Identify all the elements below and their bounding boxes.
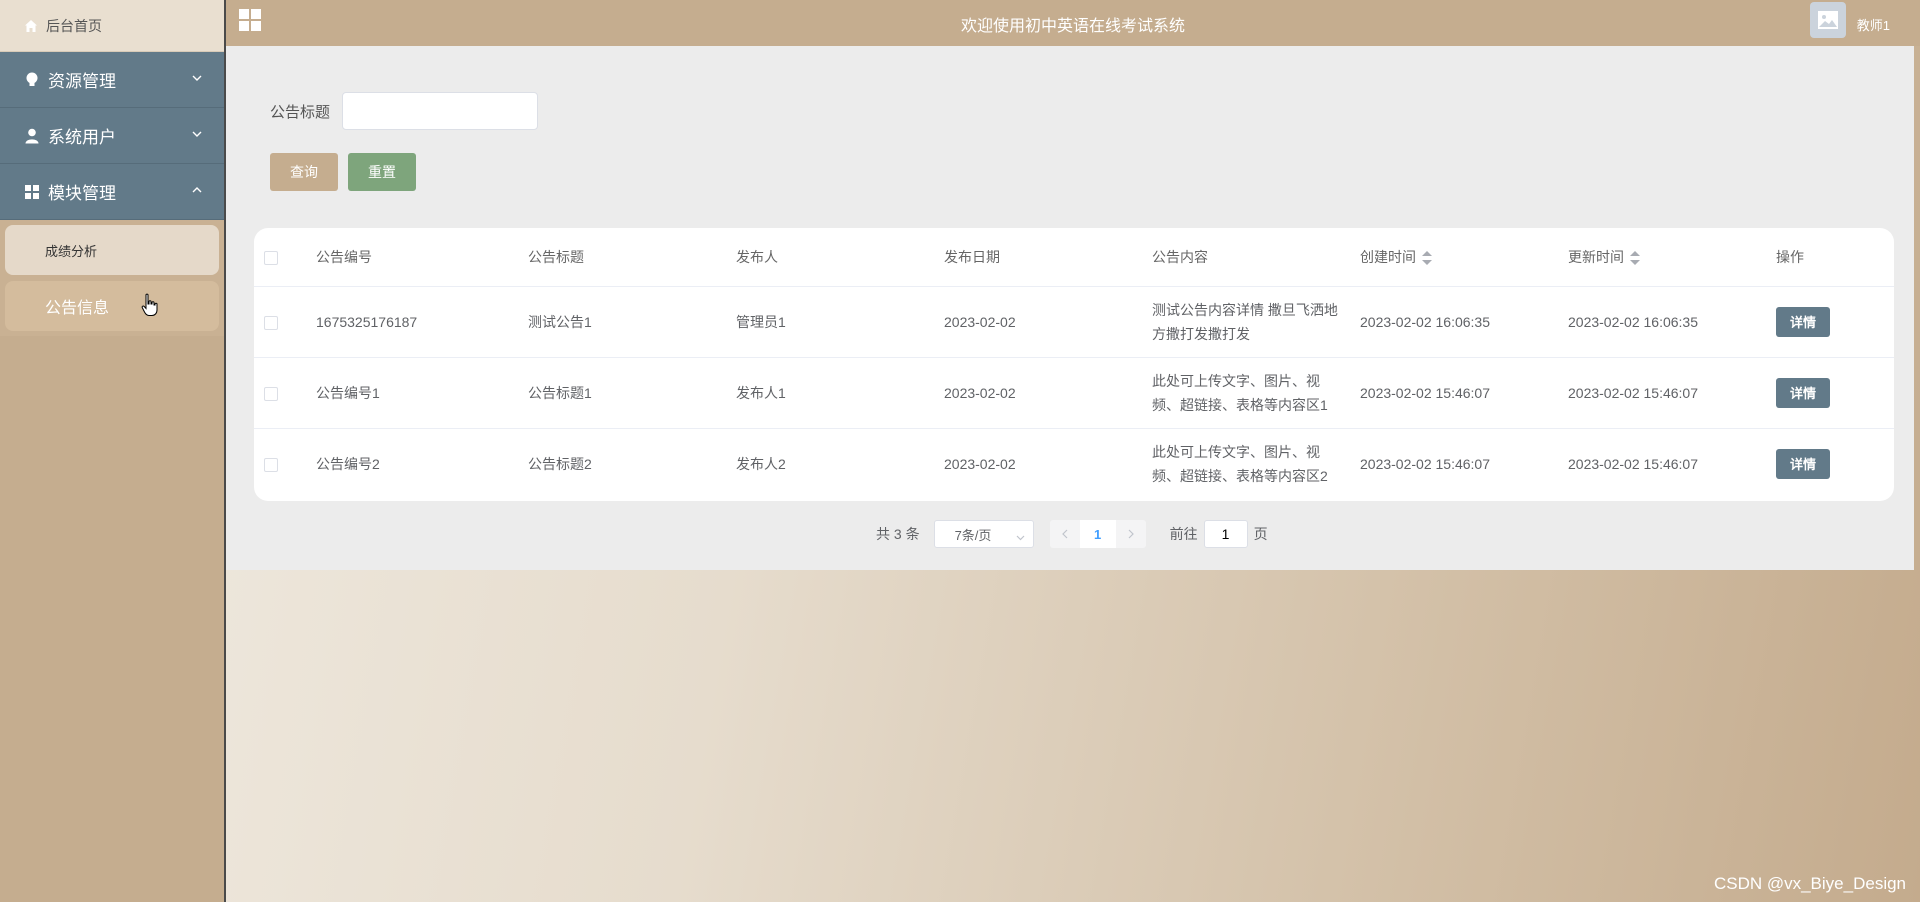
column-header-sortable[interactable]: 创建时间: [1350, 228, 1558, 287]
column-header: 公告编号: [306, 228, 518, 287]
select-all-checkbox[interactable]: [264, 250, 278, 265]
cell-title: 测试公告1: [518, 286, 726, 358]
detail-button[interactable]: 详情: [1776, 377, 1830, 408]
grid-icon: [24, 184, 40, 200]
column-header-label: 更新时间: [1568, 248, 1624, 265]
pagination: 共 3 条 7条/页 1 前往 页: [876, 520, 1268, 548]
sidebar-sub-label: 成绩分析: [45, 243, 98, 259]
sort-icon[interactable]: [1422, 251, 1432, 266]
column-header: 公告标题: [518, 228, 726, 287]
cell-id: 公告编号2: [316, 455, 380, 472]
sidebar-item-resource[interactable]: 资源管理: [0, 52, 224, 108]
table-row: 公告编号1 公告标题1 发布人1 2023-02-02 此处可上传文字、图片、视…: [254, 357, 1894, 429]
chevron-up-icon: [192, 185, 202, 195]
sidebar-item-home[interactable]: 后台首页: [0, 0, 224, 52]
reset-button[interactable]: 重置: [348, 153, 416, 191]
page-size-select[interactable]: 7条/页: [933, 520, 1034, 548]
query-button[interactable]: 查询: [270, 153, 338, 191]
sidebar: 后台首页 资源管理 系统用户 模块管理 成绩分析 公告信息: [0, 0, 226, 902]
goto-suffix: 页: [1253, 526, 1268, 542]
row-checkbox[interactable]: [264, 386, 278, 401]
cell-created: 2023-02-02 15:46:07: [1350, 357, 1558, 429]
sidebar-item-notices[interactable]: 公告信息: [5, 281, 219, 331]
sidebar-item-users[interactable]: 系统用户: [0, 108, 224, 164]
detail-button[interactable]: 详情: [1776, 306, 1830, 337]
total-count: 共 3 条: [876, 526, 920, 542]
sidebar-item-modules[interactable]: 模块管理: [0, 164, 224, 220]
cell-id: 公告编号1: [306, 357, 518, 429]
search-buttons: 查询 重置: [270, 153, 416, 191]
column-header: 操作: [1766, 228, 1894, 287]
avatar[interactable]: [1810, 2, 1846, 38]
sort-icon[interactable]: [1630, 251, 1640, 266]
next-page-icon[interactable]: [1116, 520, 1146, 548]
bulb-icon: [24, 72, 40, 88]
column-header: 发布人: [726, 228, 934, 287]
column-header: 发布日期: [934, 228, 1142, 287]
cell-content: 测试公告内容详情 撒旦飞洒地方撒打发撒打发: [1142, 286, 1350, 358]
cell-content: 此处可上传文字、图片、视频、超链接、表格等内容区1: [1142, 357, 1350, 429]
user-icon: [24, 128, 40, 144]
chevron-down-icon: [192, 73, 202, 83]
watermark: CSDN @vx_Biye_Design: [1713, 874, 1906, 893]
goto-prefix: 前往: [1169, 526, 1198, 542]
cell-title: 公告标题2: [528, 455, 592, 472]
row-checkbox[interactable]: [264, 458, 278, 473]
cell-date: 2023-02-02: [934, 286, 1142, 358]
table-row: 1675325176187 测试公告1 管理员1 2023-02-02 测试公告…: [254, 286, 1894, 358]
cell-created: 2023-02-02 15:46:07: [1360, 455, 1490, 472]
table-row: 公告编号2 公告标题2 发布人2 2023-02-02 此处可上传文字、图片、视…: [254, 428, 1894, 499]
column-header-sortable[interactable]: 更新时间: [1558, 228, 1766, 287]
cell-content: 此处可上传文字、图片、视频、超链接、表格等内容区2: [1152, 443, 1328, 484]
sidebar-item-score-analysis[interactable]: 成绩分析: [5, 225, 219, 275]
title-search-input[interactable]: [342, 92, 539, 130]
row-checkbox[interactable]: [264, 315, 278, 330]
chevron-down-icon: [192, 129, 202, 139]
column-header: 公告内容: [1142, 228, 1350, 287]
cell-date: 2023-02-02: [944, 455, 1016, 472]
main-panel: 公告标题 查询 重置 公告编号 公告标题 发布人 发布日期 公告内容 创建时间: [226, 46, 1914, 570]
cell-publisher: 管理员1: [726, 286, 934, 358]
sidebar-group-label: 资源管理: [48, 72, 116, 91]
sidebar-home-label: 后台首页: [46, 17, 102, 34]
page-title: 欢迎使用初中英语在线考试系统: [960, 18, 1185, 35]
detail-button[interactable]: 详情: [1776, 448, 1830, 479]
page-number[interactable]: 1: [1079, 520, 1116, 548]
table-header-row: 公告编号 公告标题 发布人 发布日期 公告内容 创建时间 更新时间 操作: [254, 228, 1894, 287]
page-size-value: 7条/页: [954, 527, 992, 543]
cell-id: 1675325176187: [306, 286, 518, 358]
chevron-down-icon: [1016, 529, 1025, 544]
column-header-label: 创建时间: [1360, 248, 1416, 265]
cell-publisher: 发布人1: [726, 357, 934, 429]
search-row: 公告标题: [270, 92, 539, 130]
cell-updated: 2023-02-02 15:46:07: [1568, 455, 1698, 472]
image-icon: [1818, 11, 1838, 29]
top-header: 欢迎使用初中英语在线考试系统 教师1: [226, 0, 1920, 46]
hand-cursor-icon: [141, 293, 159, 317]
cell-date: 2023-02-02: [934, 357, 1142, 429]
cell-created: 2023-02-02 16:06:35: [1350, 286, 1558, 358]
page-nav: 1: [1049, 520, 1146, 548]
cell-updated: 2023-02-02 16:06:35: [1558, 286, 1766, 358]
cell-publisher: 发布人2: [736, 455, 786, 472]
search-label: 公告标题: [270, 103, 331, 121]
sidebar-group-label: 系统用户: [48, 128, 116, 147]
notice-table: 公告编号 公告标题 发布人 发布日期 公告内容 创建时间 更新时间 操作 167…: [254, 228, 1894, 501]
goto-page-input[interactable]: [1203, 520, 1248, 548]
cell-title: 公告标题1: [518, 357, 726, 429]
sidebar-submenu: 成绩分析 公告信息: [0, 220, 224, 336]
user-name[interactable]: 教师1: [1857, 15, 1890, 34]
home-icon: [24, 19, 38, 33]
cell-updated: 2023-02-02 15:46:07: [1558, 357, 1766, 429]
prev-page-icon[interactable]: [1050, 520, 1080, 548]
sidebar-sub-label: 公告信息: [45, 300, 110, 317]
sidebar-group-label: 模块管理: [48, 184, 116, 203]
